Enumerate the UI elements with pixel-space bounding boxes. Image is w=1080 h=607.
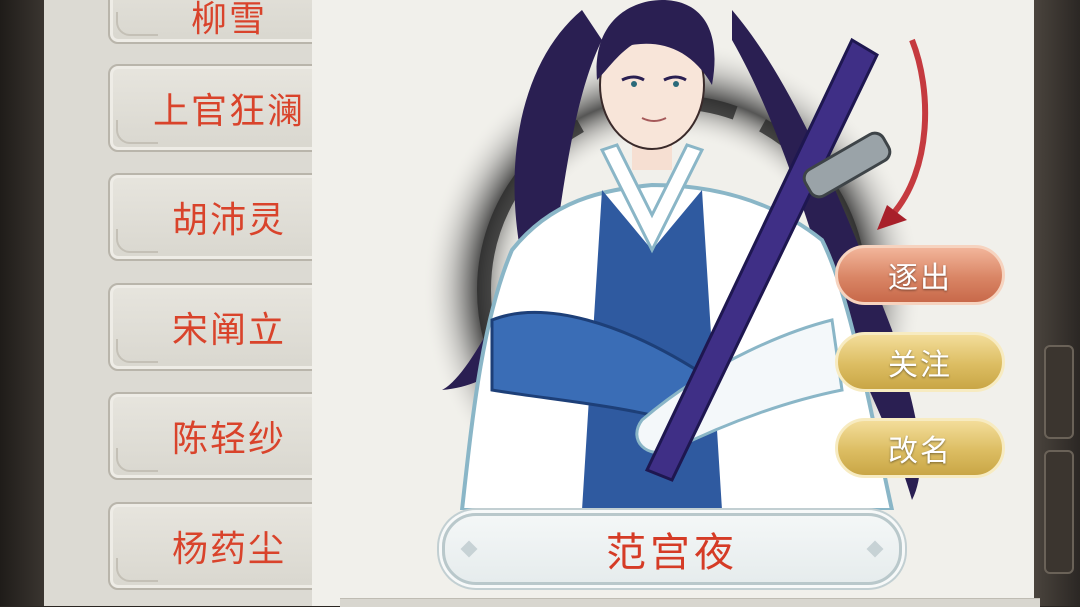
expel-button[interactable]: 逐出: [835, 245, 1005, 305]
cloud-ornament-icon: [116, 12, 158, 36]
cloud-ornament-icon: [116, 120, 158, 144]
right-background-edge: [1034, 0, 1080, 606]
disciple-name: 胡沛灵: [171, 200, 286, 241]
diamond-ornament-icon: [866, 540, 884, 558]
character-name: 范宫夜: [606, 530, 738, 576]
cloud-ornament-icon: [116, 339, 158, 363]
diamond-ornament-icon: [460, 540, 478, 558]
disciple-name: 上官狂澜: [152, 91, 305, 132]
rename-button[interactable]: 改名: [835, 418, 1005, 478]
disciple-name: 陈轻纱: [171, 419, 286, 460]
left-background-edge: [0, 0, 44, 606]
disciple-name: 柳雪: [190, 0, 267, 40]
background-frame-icon: [1044, 450, 1074, 574]
rename-button-label: 改名: [888, 434, 952, 469]
cloud-ornament-icon: [116, 229, 158, 253]
cloud-ornament-icon: [116, 448, 158, 472]
cloud-ornament-icon: [116, 558, 158, 582]
character-nameplate: 范宫夜: [442, 513, 902, 585]
expel-button-label: 逐出: [888, 261, 952, 296]
disciple-list[interactable]: 柳雪 上官狂澜 胡沛灵 宋阐立 陈轻纱 杨药尘: [44, 0, 350, 606]
background-frame-icon: [1044, 345, 1074, 439]
disciple-name: 宋阐立: [171, 310, 286, 351]
follow-button[interactable]: 关注: [835, 332, 1005, 392]
follow-button-label: 关注: [888, 348, 952, 383]
disciple-name: 杨药尘: [171, 529, 286, 570]
